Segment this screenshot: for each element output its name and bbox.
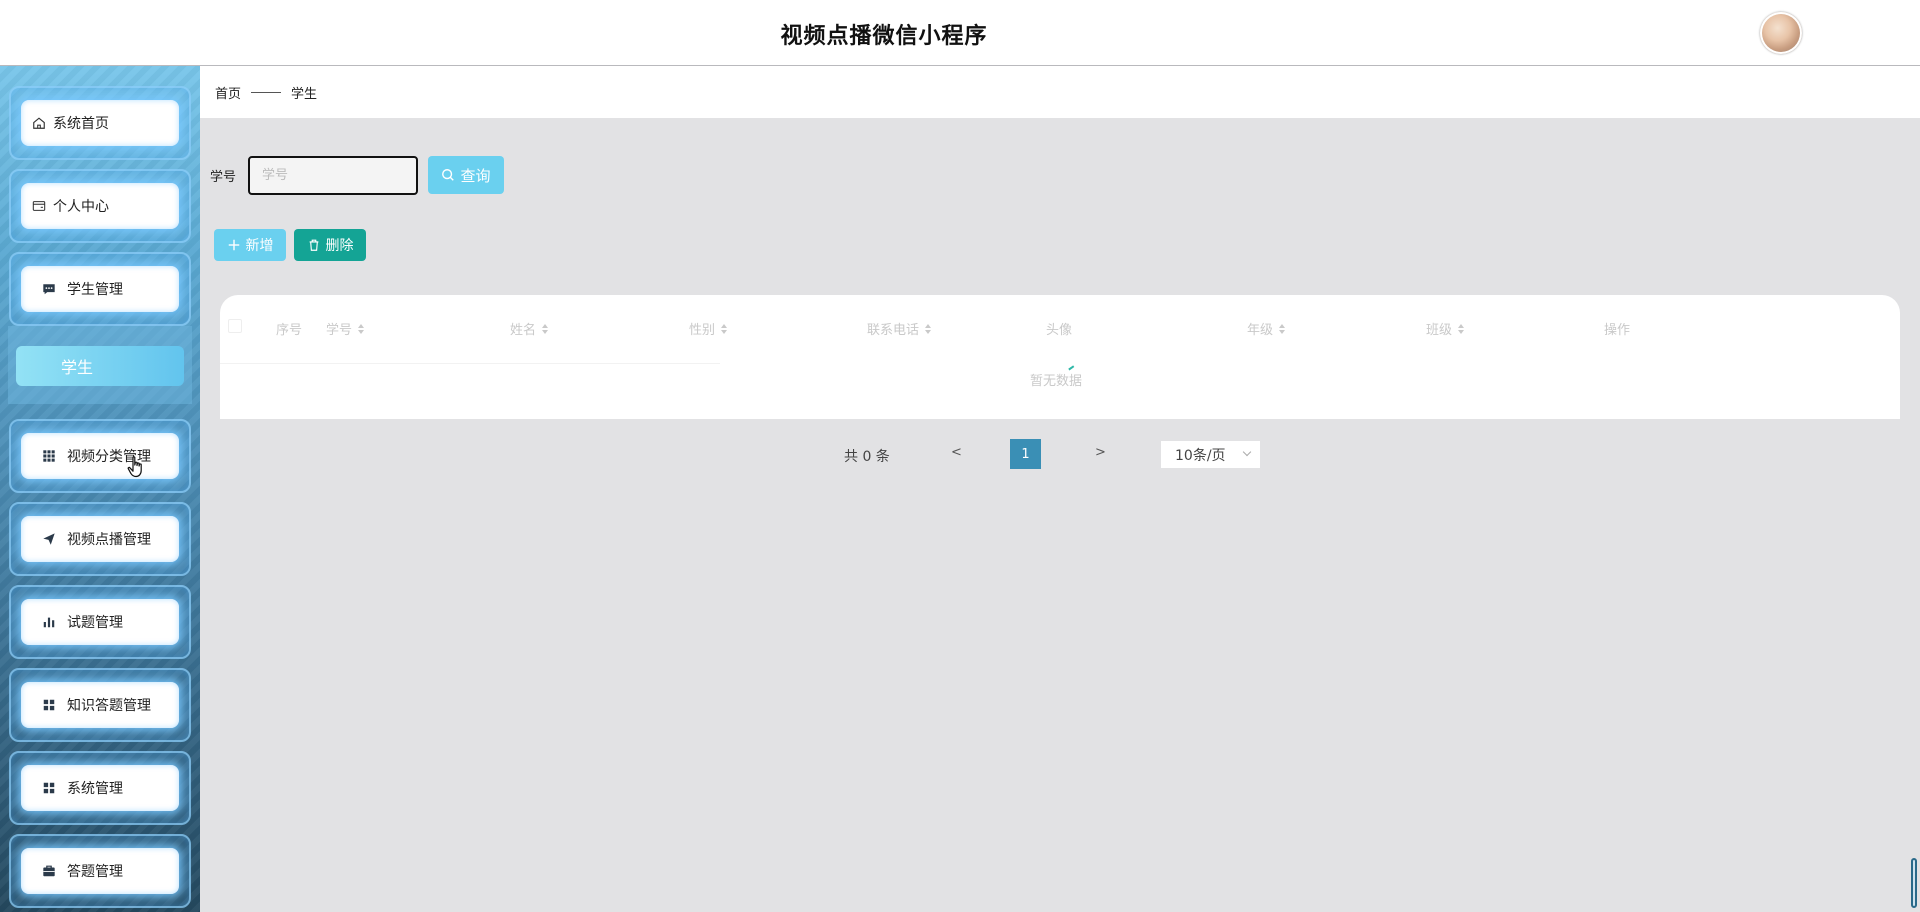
trash-icon — [309, 239, 318, 251]
sidebar-item-video-vod[interactable]: 视频点播管理 — [9, 502, 191, 576]
column-header-student-id[interactable]: 学号 — [326, 319, 365, 338]
chat-icon — [41, 281, 57, 297]
pagination-page-button[interactable]: 1 — [1010, 439, 1041, 469]
sidebar-item-video-category[interactable]: 视频分类管理 — [9, 419, 191, 493]
breadcrumb-current: 学生 — [291, 86, 318, 102]
sidebar-item-label: 学生管理 — [67, 282, 123, 298]
sidebar-item-answer-management[interactable]: 答题管理 — [9, 834, 191, 908]
student-table: 序号 学号 姓名 性别 联系电话 头像 年级 班级 操作 暂无数据 — [220, 295, 1900, 419]
sidebar-item-student-management[interactable]: 学生管理 — [9, 252, 191, 326]
pagination-total: 共 0 条 — [844, 449, 890, 465]
column-header-avatar: 头像 — [1046, 323, 1073, 338]
sidebar-item-label: 视频点播管理 — [67, 532, 151, 548]
app-header: 视频点播微信小程序 — [0, 0, 1920, 66]
sidebar-item-label: 答题管理 — [67, 864, 123, 880]
sidebar-item-label: 系统首页 — [53, 116, 109, 132]
add-button-label: 新增 — [245, 238, 274, 254]
breadcrumb: 首页 学生 — [200, 66, 1920, 118]
sort-icon[interactable] — [1458, 323, 1465, 334]
sort-icon[interactable] — [721, 323, 728, 334]
sort-icon[interactable] — [358, 323, 365, 334]
student-id-label: 学号 — [210, 170, 237, 185]
column-header-index: 序号 — [276, 323, 303, 338]
delete-button-label: 删除 — [325, 238, 354, 254]
hand-cursor-icon — [127, 456, 142, 478]
page-size-value: 10条/页 — [1175, 447, 1226, 464]
column-header-name[interactable]: 姓名 — [510, 319, 549, 338]
add-button[interactable]: 新增 — [214, 229, 286, 261]
student-id-input[interactable] — [248, 156, 418, 195]
apps-icon — [41, 697, 57, 713]
sidebar-item-system-management[interactable]: 系统管理 — [9, 751, 191, 825]
query-button-label: 查询 — [460, 166, 491, 185]
column-header-phone[interactable]: 联系电话 — [867, 319, 932, 338]
send-icon — [41, 531, 57, 547]
sidebar-item-label: 个人中心 — [53, 199, 109, 215]
column-header-grade[interactable]: 年级 — [1247, 319, 1286, 338]
submenu-student: 学生 — [8, 326, 192, 404]
select-all-checkbox[interactable] — [228, 319, 242, 333]
column-header-gender[interactable]: 性别 — [689, 319, 728, 338]
breadcrumb-home[interactable]: 首页 — [215, 83, 241, 102]
sort-icon[interactable] — [925, 323, 932, 334]
user-avatar[interactable] — [1760, 12, 1802, 54]
breadcrumb-separator — [251, 91, 282, 93]
table-header-divider — [220, 363, 720, 364]
page-size-select[interactable]: 10条/页 — [1161, 441, 1260, 468]
sidebar-item-label: 知识答题管理 — [67, 698, 151, 714]
bar-chart-icon — [41, 614, 57, 630]
briefcase-icon — [41, 863, 57, 879]
search-icon — [442, 169, 455, 181]
sidebar-item-personal-center[interactable]: 个人中心 — [9, 169, 191, 243]
sidebar-item-label: 系统管理 — [67, 781, 123, 797]
column-header-actions: 操作 — [1604, 323, 1631, 338]
plus-icon — [228, 239, 239, 251]
sidebar-item-home[interactable]: 系统首页 — [9, 86, 191, 160]
column-header-class[interactable]: 班级 — [1426, 319, 1465, 338]
sidebar-item-knowledge-quiz[interactable]: 知识答题管理 — [9, 668, 191, 742]
sidebar-item-label: 试题管理 — [67, 615, 123, 631]
pagination-next-button[interactable]: > — [1095, 445, 1106, 460]
sidebar-item-question-management[interactable]: 试题管理 — [9, 585, 191, 659]
app-title: 视频点播微信小程序 — [780, 24, 988, 49]
submenu-item-student[interactable]: 学生 — [16, 346, 184, 386]
scrollbar-thumb[interactable] — [1911, 858, 1917, 908]
query-button[interactable]: 查询 — [428, 156, 504, 194]
sort-icon[interactable] — [542, 323, 549, 334]
sidebar: 系统首页 个人中心 学生管理 视频分类管理 视频点播管理 试题管理 知识答题管理… — [0, 66, 200, 912]
wallet-icon — [31, 198, 47, 214]
delete-button[interactable]: 删除 — [294, 229, 366, 261]
empty-state-text: 暂无数据 — [1030, 374, 1083, 389]
sort-icon[interactable] — [1279, 323, 1286, 334]
pagination-prev-button[interactable]: < — [951, 445, 962, 460]
grid-icon — [41, 448, 57, 464]
home-icon — [31, 115, 47, 131]
chevron-down-icon — [1242, 447, 1252, 457]
apps-icon — [41, 780, 57, 796]
